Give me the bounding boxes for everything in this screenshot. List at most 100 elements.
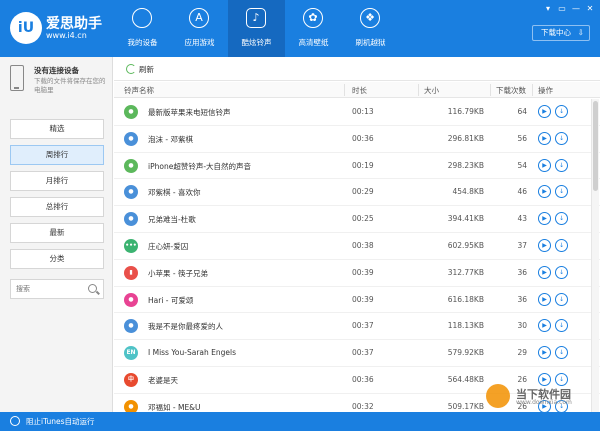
download-icon[interactable]: ↓ bbox=[555, 212, 568, 226]
download-icon[interactable]: ↓ bbox=[555, 105, 568, 118]
nav-ringtones[interactable]: ♪ 酷炫铃声 bbox=[228, 0, 285, 57]
play-icon[interactable]: ▶ bbox=[538, 265, 551, 279]
play-icon[interactable]: ▶ bbox=[538, 158, 551, 172]
ringtone-icon: ● bbox=[124, 131, 138, 146]
play-icon[interactable]: ▶ bbox=[538, 212, 551, 226]
app-logo: iU 爱思助手 www.i4.cn bbox=[10, 12, 110, 46]
play-icon[interactable]: ▶ bbox=[538, 319, 551, 333]
refresh-button[interactable]: 刷新 bbox=[126, 63, 154, 75]
ringtone-icon: 中 bbox=[124, 372, 138, 387]
side-item-all-time[interactable]: 总排行 bbox=[10, 197, 104, 217]
ringtone-name: 小苹果 - 筷子兄弟 bbox=[148, 268, 208, 278]
table-row[interactable]: ● 我是不是你最疼爱的人 00:37 118.13KB 30 ▶ ↓ bbox=[114, 313, 600, 341]
table-row[interactable]: ● Hari - 可爱颂 00:39 616.18KB 36 ▶ ↓ bbox=[114, 287, 600, 314]
scrollbar[interactable] bbox=[591, 99, 599, 412]
flower-icon: ✿ bbox=[303, 8, 323, 28]
table-header: 铃声名称 时长 大小 下载次数 操作 bbox=[114, 82, 600, 98]
side-item-monthly[interactable]: 月排行 bbox=[10, 171, 104, 191]
play-icon[interactable]: ▶ bbox=[538, 105, 551, 118]
ringtone-downloads: 37 bbox=[517, 240, 527, 250]
header-duration[interactable]: 时长 bbox=[352, 85, 367, 96]
ringtone-icon: ● bbox=[124, 212, 138, 227]
ringtone-size: 298.23KB bbox=[447, 160, 484, 170]
table-row[interactable]: ● 泡沫 - 邓紫棋 00:36 296.81KB 56 ▶ ↓ bbox=[114, 126, 600, 153]
search-input[interactable] bbox=[16, 283, 84, 295]
play-icon[interactable]: ▶ bbox=[538, 185, 551, 199]
column-divider[interactable] bbox=[418, 84, 419, 96]
download-icon[interactable]: ↓ bbox=[555, 319, 568, 333]
table-row[interactable]: ••• 庄心妍-爱囚 00:38 602.95KB 37 ▶ ↓ bbox=[114, 233, 600, 260]
window-controls: ▾ ▭ — ✕ bbox=[542, 3, 596, 15]
status-bar: 阻止iTunes自动运行 bbox=[0, 412, 600, 431]
table-row[interactable]: ● 兄弟难当-杜歌 00:25 394.41KB 43 ▶ ↓ bbox=[114, 206, 600, 233]
side-item-category[interactable]: 分类 bbox=[10, 249, 104, 269]
ringtone-duration: 00:13 bbox=[352, 107, 374, 116]
ringtone-size: 394.41KB bbox=[447, 214, 484, 224]
nav-wallpapers[interactable]: ✿ 高清壁纸 bbox=[285, 0, 342, 57]
ringtone-size: 602.95KB bbox=[447, 240, 484, 250]
download-icon[interactable]: ↓ bbox=[555, 292, 568, 306]
block-itunes-checkbox[interactable] bbox=[10, 416, 20, 426]
table-row[interactable]: ● 邓紫棋 - 喜欢你 00:29 454.8KB 46 ▶ ↓ bbox=[114, 179, 600, 207]
ringtone-icon: ● bbox=[124, 158, 138, 173]
download-icon[interactable]: ↓ bbox=[555, 265, 568, 279]
minimize-icon[interactable]: — bbox=[570, 3, 582, 15]
play-icon[interactable]: ▶ bbox=[538, 131, 551, 145]
nav-label: 应用游戏 bbox=[184, 38, 215, 47]
nav-flash-jailbreak[interactable]: ❖ 刷机越狱 bbox=[342, 0, 399, 57]
toolbar: 刷新 bbox=[114, 57, 600, 81]
play-icon[interactable]: ▶ bbox=[538, 292, 551, 306]
ringtone-size: 579.92KB bbox=[447, 348, 484, 358]
sidebar: 没有连接设备 下载的文件将保存在您的电脑里 精选 周排行 月排行 总排行 最新 … bbox=[0, 57, 113, 412]
nav-my-device[interactable]: 我的设备 bbox=[114, 0, 171, 57]
play-icon[interactable]: ▶ bbox=[538, 238, 551, 252]
download-icon[interactable]: ↓ bbox=[555, 238, 568, 252]
top-header: iU 爱思助手 www.i4.cn 我的设备 A 应用游戏 ♪ 酷炫铃声 ✿ 高… bbox=[0, 0, 600, 57]
table-row[interactable]: ● iPhone超赞铃声-大自然的声音 00:19 298.23KB 54 ▶ ↓ bbox=[114, 153, 600, 180]
play-icon[interactable]: ▶ bbox=[538, 346, 551, 360]
download-icon[interactable]: ↓ bbox=[555, 131, 568, 145]
device-panel: 没有连接设备 下载的文件将保存在您的电脑里 bbox=[0, 57, 113, 103]
ringtone-name: Hari - 可爱颂 bbox=[148, 295, 194, 305]
app-url: www.i4.cn bbox=[46, 31, 87, 40]
ringtone-list-panel: 刷新 铃声名称 时长 大小 下载次数 操作 ● 最新版苹果来电短信铃声 00:13 1… bbox=[114, 57, 600, 421]
nav-apps-games[interactable]: A 应用游戏 bbox=[171, 0, 228, 57]
column-divider[interactable] bbox=[532, 84, 533, 96]
download-center-button[interactable]: 下载中心 ⇩ bbox=[532, 25, 590, 41]
app-name: 爱思助手 bbox=[46, 16, 102, 32]
ringtone-downloads: 26 bbox=[517, 374, 527, 384]
table-row[interactable]: ▮ 小苹果 - 筷子兄弟 00:39 312.77KB 36 ▶ ↓ bbox=[114, 260, 600, 287]
ringtone-downloads: 64 bbox=[517, 107, 527, 116]
ringtone-size: 454.8KB bbox=[452, 187, 484, 197]
ringtone-duration: 00:36 bbox=[352, 133, 374, 143]
side-item-latest[interactable]: 最新 bbox=[10, 223, 104, 243]
table-row[interactable]: ● 最新版苹果来电短信铃声 00:13 116.79KB 64 ▶ ↓ bbox=[114, 99, 600, 126]
watermark-url: www.downxia.com bbox=[516, 399, 572, 406]
ringtone-downloads: 54 bbox=[517, 160, 527, 170]
scrollbar-thumb[interactable] bbox=[593, 101, 598, 191]
ringtone-size: 116.79KB bbox=[447, 107, 484, 116]
ringtone-icon: ••• bbox=[124, 238, 138, 253]
ringtone-icon: ● bbox=[124, 292, 138, 307]
block-itunes-label[interactable]: 阻止iTunes自动运行 bbox=[26, 416, 95, 427]
table-row[interactable]: EN I Miss You-Sarah Engels 00:37 579.92KB 29… bbox=[114, 340, 600, 367]
download-icon[interactable]: ↓ bbox=[555, 185, 568, 199]
watermark-logo-icon bbox=[486, 384, 510, 408]
search-icon[interactable] bbox=[88, 284, 97, 293]
ringtone-name: 泡沫 - 邓紫棋 bbox=[148, 134, 193, 144]
header-size[interactable]: 大小 bbox=[424, 85, 439, 96]
download-icon[interactable]: ↓ bbox=[555, 346, 568, 360]
restore-icon[interactable]: ▭ bbox=[556, 3, 568, 15]
side-item-weekly[interactable]: 周排行 bbox=[10, 145, 104, 165]
side-item-featured[interactable]: 精选 bbox=[10, 119, 104, 139]
close-icon[interactable]: ✕ bbox=[584, 3, 596, 15]
header-downloads[interactable]: 下载次数 bbox=[496, 85, 526, 96]
column-divider[interactable] bbox=[490, 84, 491, 96]
category-menu: 精选 周排行 月排行 总排行 最新 分类 bbox=[10, 119, 104, 275]
ringtone-downloads: 56 bbox=[517, 133, 527, 143]
ringtone-duration: 00:37 bbox=[352, 321, 374, 331]
header-name[interactable]: 铃声名称 bbox=[124, 85, 154, 96]
download-icon[interactable]: ↓ bbox=[555, 158, 568, 172]
column-divider[interactable] bbox=[344, 84, 345, 96]
menu-icon[interactable]: ▾ bbox=[542, 3, 554, 15]
